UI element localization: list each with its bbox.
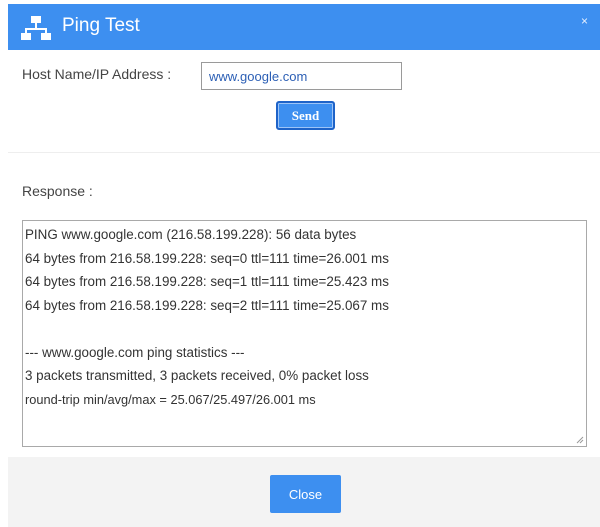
network-icon	[21, 16, 51, 40]
host-label: Host Name/IP Address :	[22, 66, 172, 82]
response-textarea[interactable]: PING www.google.com (216.58.199.228): 56…	[22, 220, 587, 447]
ping-test-dialog: Ping Test × Host Name/IP Address : Send …	[0, 0, 600, 527]
response-line	[25, 317, 582, 341]
response-line: round-trip min/avg/max = 25.067/25.497/2…	[25, 391, 316, 407]
dialog-title-bar: Ping Test ×	[8, 4, 600, 50]
close-icon[interactable]: ×	[581, 14, 588, 28]
dialog-title: Ping Test	[62, 15, 140, 36]
response-line: 64 bytes from 216.58.199.228: seq=1 ttl=…	[25, 274, 389, 289]
divider	[8, 152, 600, 153]
resize-grip-icon[interactable]	[576, 436, 584, 444]
response-lines: PING www.google.com (216.58.199.228): 56…	[25, 223, 582, 411]
response-line: 3 packets transmitted, 3 packets receive…	[25, 368, 369, 383]
response-line: 64 bytes from 216.58.199.228: seq=2 ttl=…	[25, 297, 389, 313]
close-button[interactable]: Close	[270, 475, 341, 513]
response-label: Response :	[22, 183, 93, 199]
response-line: --- www.google.com ping statistics ---	[25, 344, 245, 360]
response-line: PING www.google.com (216.58.199.228): 56…	[25, 227, 357, 242]
send-button[interactable]: Send	[276, 101, 335, 130]
host-input[interactable]	[201, 62, 402, 90]
response-line: 64 bytes from 216.58.199.228: seq=0 ttl=…	[25, 250, 389, 266]
